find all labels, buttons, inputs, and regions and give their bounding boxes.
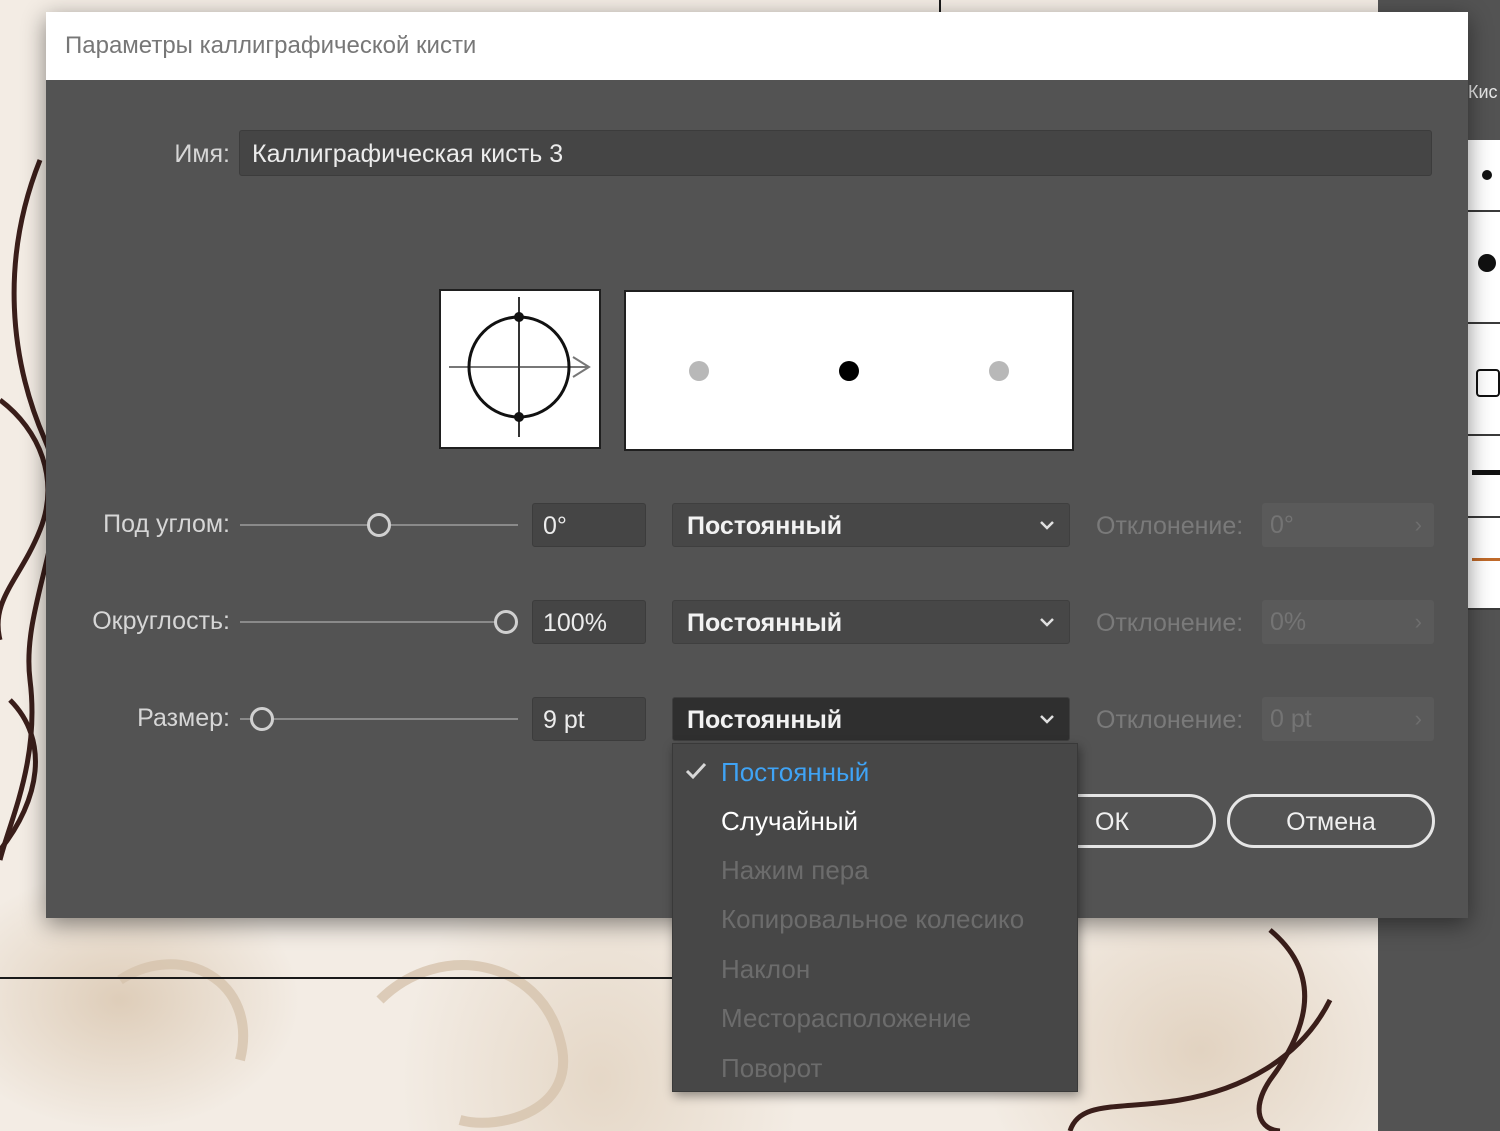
chevron-down-icon: [1040, 715, 1054, 724]
size-mode-value: Постоянный: [687, 706, 843, 734]
angle-deviation-input: 0° ›: [1262, 503, 1434, 547]
chevron-right-icon: ›: [1414, 706, 1422, 731]
size-mode-menu: Постоянный Случайный Нажим пера Копирова…: [672, 743, 1078, 1092]
menu-item-label: Копировальное колесико: [721, 904, 1025, 934]
angle-value-input[interactable]: 0°: [532, 503, 646, 547]
checkmark-icon: [685, 762, 707, 780]
angle-roundness-preview[interactable]: [439, 289, 601, 449]
size-slider-knob[interactable]: [250, 707, 274, 731]
brush-name-input[interactable]: Каллиграфическая кисть 3: [239, 130, 1432, 176]
brush-swatch[interactable]: [1466, 518, 1500, 610]
menu-item-stylus-wheel: Копировальное колесико: [673, 894, 1077, 944]
roundness-mode-dropdown[interactable]: Постоянный: [672, 600, 1070, 644]
menu-item-label: Наклон: [721, 954, 811, 984]
roundness-value-input[interactable]: 100%: [532, 600, 646, 644]
roundness-deviation-input: 0% ›: [1262, 600, 1434, 644]
angle-mode-value: Постоянный: [687, 512, 843, 540]
brush-swatch[interactable]: [1466, 324, 1500, 436]
roundness-slider-knob[interactable]: [494, 610, 518, 634]
menu-item-label: Месторасположение: [721, 1003, 972, 1033]
cancel-button[interactable]: Отмена: [1227, 794, 1435, 848]
angle-mode-dropdown[interactable]: Постоянный: [672, 503, 1070, 547]
menu-item-random[interactable]: Случайный: [673, 796, 1077, 846]
menu-item-label: Случайный: [721, 806, 859, 836]
brushes-panel-tab[interactable]: Кис: [1468, 82, 1498, 103]
menu-item-label: Нажим пера: [721, 855, 869, 885]
chevron-down-icon: [1040, 521, 1054, 530]
brush-swatch[interactable]: [1466, 140, 1500, 212]
size-deviation-label: Отклонение:: [1096, 706, 1244, 734]
angle-deviation-value: 0°: [1270, 511, 1294, 539]
preview-dots: [689, 361, 1009, 381]
brush-list: [1466, 140, 1500, 610]
menu-item-label: Постоянный: [721, 757, 870, 787]
angle-label: Под углом:: [103, 510, 230, 538]
chevron-right-icon: ›: [1414, 512, 1422, 537]
roundness-slider-track[interactable]: [240, 621, 518, 623]
angle-deviation-label: Отклонение:: [1096, 512, 1244, 540]
size-deviation-value: 0 pt: [1270, 705, 1312, 733]
dialog-title: Параметры каллиграфической кисти: [65, 32, 477, 59]
menu-item-label: Поворот: [721, 1053, 823, 1083]
menu-item-pressure: Нажим пера: [673, 845, 1077, 895]
roundness-deviation-label: Отклонение:: [1096, 609, 1244, 637]
dialog-titlebar[interactable]: Параметры каллиграфической кисти: [46, 12, 1468, 80]
name-label: Имя:: [174, 140, 230, 168]
roundness-label: Округлость:: [92, 607, 230, 635]
brush-swatch[interactable]: [1466, 436, 1500, 518]
menu-item-bearing: Месторасположение: [673, 993, 1077, 1043]
chevron-down-icon: [1040, 618, 1054, 627]
size-slider-track[interactable]: [240, 718, 518, 720]
size-mode-dropdown[interactable]: Постоянный: [672, 697, 1070, 741]
angle-slider-knob[interactable]: [367, 513, 391, 537]
menu-item-fixed[interactable]: Постоянный: [673, 747, 1077, 797]
size-value-input[interactable]: 9 pt: [532, 697, 646, 741]
roundness-deviation-value: 0%: [1270, 608, 1307, 636]
chevron-right-icon: ›: [1414, 609, 1422, 634]
brush-variation-preview: [624, 290, 1074, 451]
brush-shape-icon: [449, 297, 591, 437]
roundness-mode-value: Постоянный: [687, 609, 843, 637]
size-deviation-input: 0 pt ›: [1262, 697, 1434, 741]
size-label: Размер:: [137, 704, 230, 732]
brush-swatch[interactable]: [1466, 212, 1500, 324]
menu-item-tilt: Наклон: [673, 944, 1077, 994]
menu-item-rotation: Поворот: [673, 1043, 1077, 1093]
